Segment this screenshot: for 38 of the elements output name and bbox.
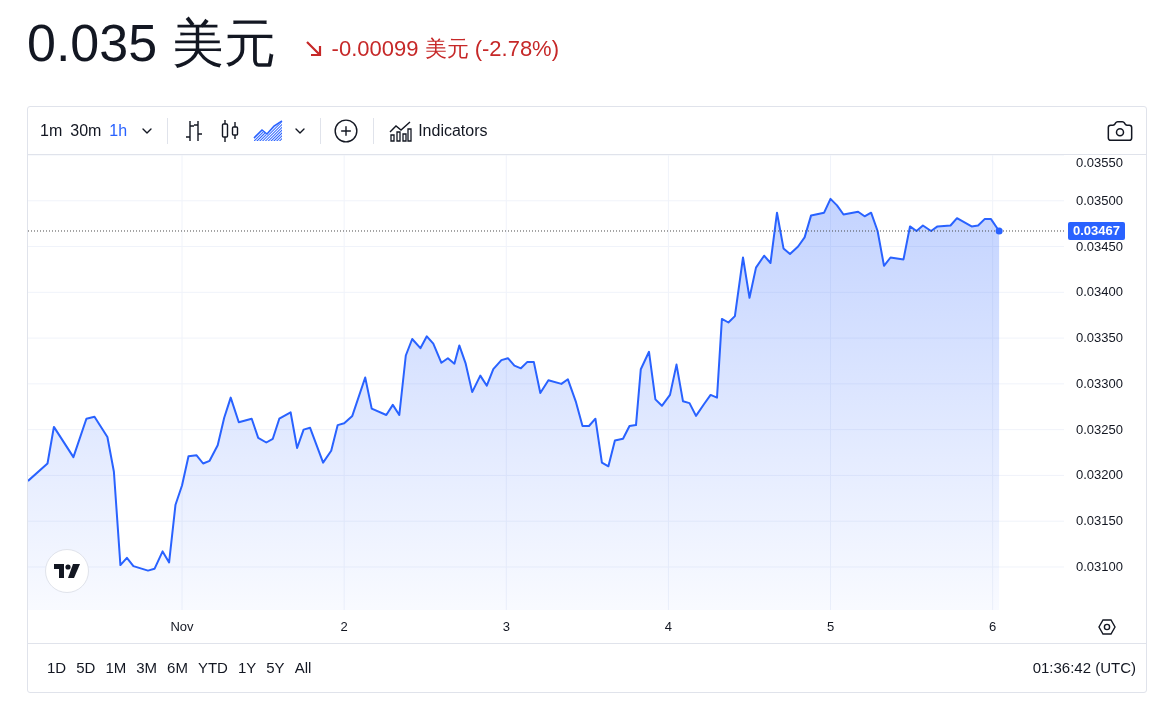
arrow-down-right-icon	[303, 38, 324, 59]
range-button[interactable]: 1M	[100, 656, 132, 680]
price-axis-label: 0.03450	[1076, 238, 1123, 255]
range-button[interactable]: 6M	[162, 656, 193, 680]
range-button[interactable]: 5D	[71, 656, 101, 680]
time-axis-label: 3	[502, 618, 510, 636]
price-axis-label: 0.03250	[1076, 421, 1123, 438]
price-axis-label: 0.03500	[1076, 192, 1123, 209]
last-price-dot	[995, 227, 1003, 235]
price-axis-label: 0.03400	[1076, 284, 1123, 301]
range-button[interactable]: All	[289, 656, 317, 680]
time-axis-label: Nov	[170, 618, 194, 636]
settings-icon[interactable]	[1098, 618, 1116, 636]
price-axis-label: 0.03300	[1076, 375, 1123, 392]
range-button[interactable]: 3M	[131, 656, 163, 680]
interval-button[interactable]: 1m	[37, 118, 66, 143]
range-button[interactable]: YTD	[192, 656, 233, 680]
price-axis-label: 0.03150	[1076, 513, 1123, 530]
add-icon[interactable]	[333, 117, 360, 144]
range-button[interactable]: 5Y	[261, 656, 290, 680]
price-axis-label: 0.03350	[1076, 330, 1123, 347]
interval-button[interactable]: 30m	[67, 118, 105, 143]
time-axis-label: 5	[826, 618, 835, 636]
price-value: 0.035 美元	[27, 13, 276, 74]
price-axis-label: 0.03100	[1076, 558, 1123, 575]
indicators-button[interactable]: Indicators	[388, 118, 488, 143]
price-axis-label: 0.03200	[1076, 467, 1123, 484]
indicators-icon	[388, 118, 413, 143]
clock-time: 01:36:42 (UTC)	[1032, 657, 1136, 678]
time-axis-label: 6	[989, 618, 997, 636]
range-button[interactable]: 1D	[42, 656, 72, 680]
price-change: -0.00099 美元 (-2.78%)	[331, 35, 559, 63]
interval-button[interactable]: 1h	[106, 118, 131, 143]
last-price-tag: 0.03467	[1068, 222, 1125, 240]
price-axis-label: 0.03550	[1076, 155, 1123, 171]
time-axis-label: 2	[340, 618, 348, 636]
time-axis-label: 4	[664, 618, 672, 636]
range-button[interactable]: 1Y	[232, 656, 262, 680]
